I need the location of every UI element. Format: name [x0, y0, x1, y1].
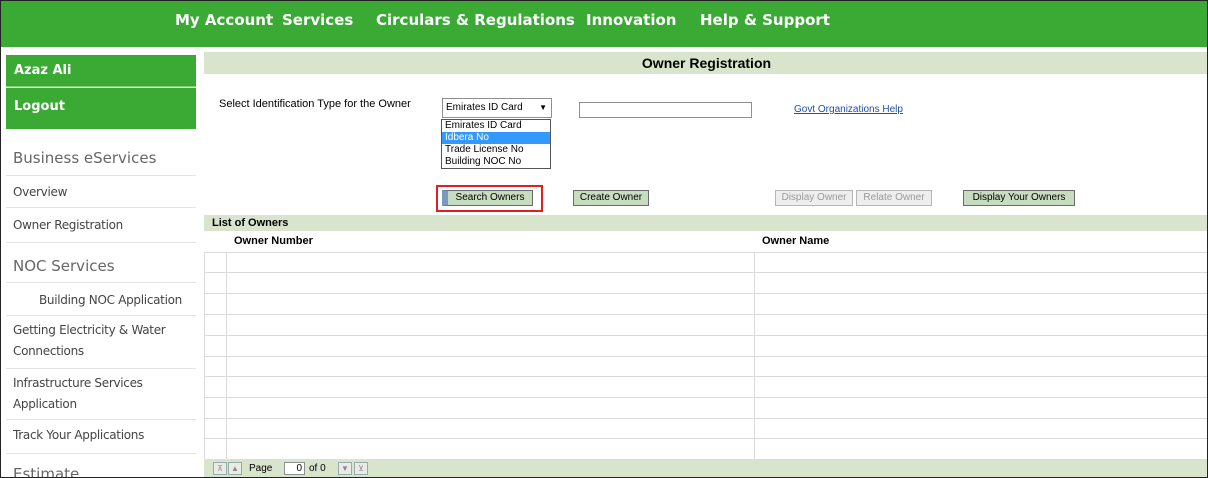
table-row-line — [204, 356, 1207, 357]
owners-table-body — [204, 252, 1207, 459]
nav-circulars-regulations[interactable]: Circulars & Regulations — [376, 11, 575, 29]
dropdown-option-trade-license[interactable]: Trade License No — [442, 144, 550, 156]
user-name: Azaz Ali — [6, 55, 196, 87]
next-page-icon[interactable]: ▼ — [338, 462, 352, 475]
table-col-line — [226, 252, 227, 459]
main-content: Owner Registration Select Identification… — [204, 52, 1207, 477]
table-row-line — [204, 272, 1207, 273]
sidebar-item-track-applications[interactable]: Track Your Applications — [6, 425, 196, 446]
table-row-line — [204, 397, 1207, 398]
nav-services[interactable]: Services — [282, 11, 353, 29]
page-title: Owner Registration — [204, 52, 1207, 74]
sidebar-item-label: Application — [13, 397, 77, 411]
relate-owner-button[interactable]: Relate Owner — [856, 190, 932, 206]
sidebar-divider — [6, 419, 196, 420]
dropdown-option-building-noc[interactable]: Building NOC No — [442, 156, 550, 168]
table-col-line — [754, 252, 755, 459]
sidebar-item-label: Infrastructure Services — [13, 376, 143, 390]
pager: ⊼ ▲ Page of 0 ▼ ⊻ — [204, 459, 1207, 477]
page-label: Page — [249, 463, 273, 474]
sidebar-divider — [6, 282, 196, 283]
nav-my-account[interactable]: My Account — [175, 11, 273, 29]
chevron-down-icon: ▼ — [539, 103, 547, 112]
sidebar-item-label: Connections — [13, 344, 84, 358]
logout-link[interactable]: Logout — [6, 88, 196, 129]
govt-organizations-help-link[interactable]: Govt Organizations Help — [794, 104, 903, 115]
sidebar-item-infrastructure-services[interactable]: Infrastructure Services Application — [6, 373, 196, 415]
last-page-icon[interactable]: ⊻ — [354, 462, 368, 475]
column-header-owner-name[interactable]: Owner Name — [762, 235, 829, 247]
page-number-input[interactable] — [284, 462, 305, 475]
sidebar-section-noc-services: NOC Services — [13, 257, 115, 275]
table-row-line — [204, 252, 1207, 253]
sidebar-divider — [6, 368, 196, 369]
sidebar: Azaz Ali Logout Business eServices Overv… — [6, 55, 196, 478]
column-header-owner-number[interactable]: Owner Number — [234, 235, 313, 247]
top-nav: My Account Services Circulars & Regulati… — [1, 1, 1207, 47]
app-frame: My Account Services Circulars & Regulati… — [0, 0, 1208, 478]
list-of-owners-header: List of Owners — [204, 215, 1207, 231]
id-type-selected-value: Emirates ID Card — [446, 102, 523, 113]
create-owner-button[interactable]: Create Owner — [573, 190, 649, 206]
table-col-line — [204, 252, 205, 459]
dropdown-option-emirates-id[interactable]: Emirates ID Card — [442, 120, 550, 132]
nav-innovation[interactable]: Innovation — [586, 11, 676, 29]
sidebar-item-label: Getting Electricity & Water — [13, 323, 166, 337]
sidebar-section-business-eservices: Business eServices — [13, 149, 157, 167]
sidebar-item-owner-registration[interactable]: Owner Registration — [6, 215, 196, 236]
table-row-line — [204, 418, 1207, 419]
table-row-line — [204, 314, 1207, 315]
sidebar-divider — [6, 453, 196, 454]
sidebar-item-building-noc-application[interactable]: Building NOC Application — [6, 290, 196, 311]
table-row-line — [204, 335, 1207, 336]
id-type-select[interactable]: Emirates ID Card ▼ — [442, 98, 552, 118]
sidebar-item-electricity-water[interactable]: Getting Electricity & Water Connections — [6, 320, 196, 362]
sidebar-divider — [6, 175, 196, 176]
sidebar-divider — [6, 207, 196, 208]
sidebar-divider — [6, 242, 196, 243]
first-page-icon[interactable]: ⊼ — [213, 462, 227, 475]
sidebar-section-estimate: Estimate — [13, 465, 80, 478]
table-row-line — [204, 376, 1207, 377]
table-row-line — [204, 438, 1207, 439]
display-owner-button[interactable]: Display Owner — [775, 190, 853, 206]
display-your-owners-button[interactable]: Display Your Owners — [963, 190, 1075, 206]
table-row-line — [204, 293, 1207, 294]
previous-page-icon[interactable]: ▲ — [228, 462, 242, 475]
sidebar-item-overview[interactable]: Overview — [6, 182, 196, 203]
sidebar-divider — [6, 315, 196, 316]
page-count-label: of 0 — [309, 463, 326, 474]
id-type-dropdown: Emirates ID Card Idbera No Trade License… — [441, 119, 551, 169]
nav-help-support[interactable]: Help & Support — [700, 11, 830, 29]
search-owners-button[interactable]: Search Owners — [442, 190, 533, 206]
dropdown-option-idbera-no[interactable]: Idbera No — [442, 132, 550, 144]
id-type-label: Select Identification Type for the Owner — [219, 98, 411, 110]
id-number-input[interactable] — [579, 102, 752, 118]
